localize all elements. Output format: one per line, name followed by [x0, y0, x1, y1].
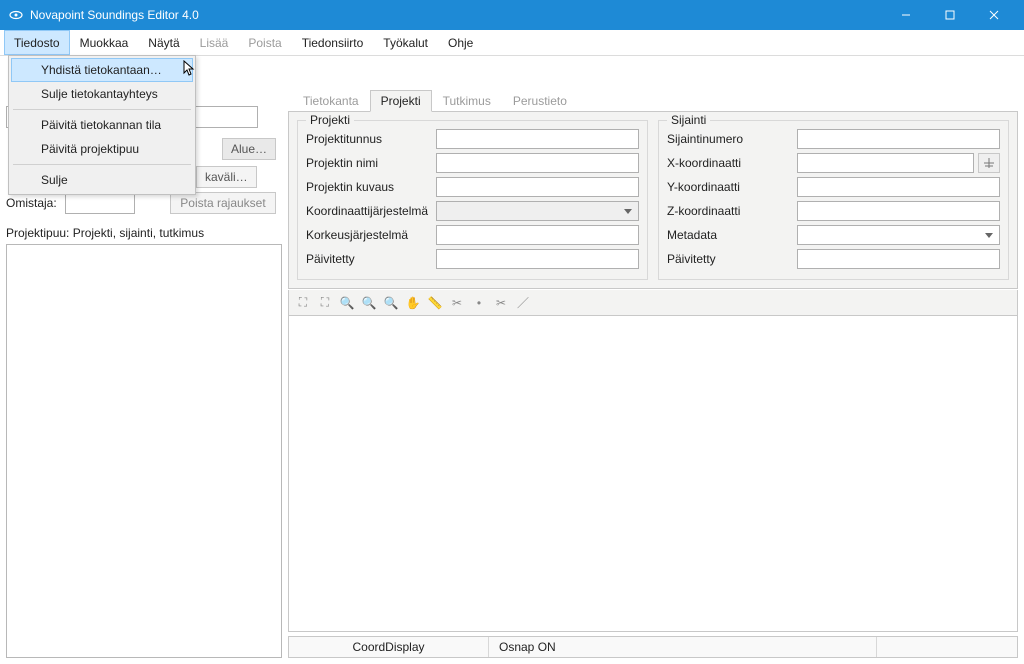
tab-content-projekti: Projekti Projektitunnus Projektin nimi Pro… [288, 111, 1018, 289]
projekti-legend: Projekti [306, 113, 354, 127]
projekti-input[interactable] [436, 177, 639, 197]
app-logo-icon [8, 7, 24, 23]
omistaja-input[interactable] [65, 192, 135, 214]
window-minimize-button[interactable] [884, 0, 928, 30]
pick-coordinate-icon[interactable] [978, 153, 1000, 173]
tab-perustieto[interactable]: Perustieto [502, 90, 578, 112]
projekti-row: Päivitetty [306, 249, 639, 269]
right-panel: TietokantaProjektiTutkimusPerustieto Pro… [288, 56, 1024, 664]
drawing-canvas[interactable] [288, 316, 1018, 632]
window-title: Novapoint Soundings Editor 4.0 [30, 8, 884, 22]
zoom-out-icon[interactable]: 🔍 [359, 293, 379, 313]
scissors-icon[interactable]: ✂ [491, 293, 511, 313]
projekti-label: Koordinaattijärjestelmä [306, 204, 436, 218]
menu-työkalut[interactable]: Työkalut [373, 30, 438, 55]
menu-poista: Poista [238, 30, 291, 55]
tab-tietokanta[interactable]: Tietokanta [292, 90, 370, 112]
clip-icon[interactable]: ✂ [447, 293, 467, 313]
menu-separator [13, 164, 191, 165]
status-coord: CoordDisplay [289, 637, 489, 657]
projekti-row: Projektin kuvaus [306, 177, 639, 197]
menu-item[interactable]: Päivitä tietokannan tila [11, 113, 193, 137]
menu-muokkaa[interactable]: Muokkaa [70, 30, 139, 55]
drawing-toolbar: ⛶⛶🔍🔍🔍✋📏✂•✂／ [288, 290, 1018, 316]
projekti-input[interactable] [436, 129, 639, 149]
sijainti-row: Y-koordinaatti [667, 177, 1000, 197]
tab-projekti[interactable]: Projekti [370, 90, 432, 112]
projekti-row: Koordinaattijärjestelmä [306, 201, 639, 221]
menu-separator [13, 109, 191, 110]
projekti-row: Korkeusjärjestelmä [306, 225, 639, 245]
alue-button[interactable]: Alue… [222, 138, 276, 160]
projekti-label: Päivitetty [306, 252, 436, 266]
projekti-label: Korkeusjärjestelmä [306, 228, 436, 242]
sijainti-input[interactable] [797, 249, 1000, 269]
status-empty [877, 637, 1017, 657]
window-titlebar: Novapoint Soundings Editor 4.0 [0, 0, 1024, 30]
projekti-select[interactable] [436, 201, 639, 221]
tab-tutkimus[interactable]: Tutkimus [432, 90, 502, 112]
sijainti-input[interactable] [797, 129, 1000, 149]
sijainti-row: X-koordinaatti [667, 153, 1000, 173]
sijainti-label: Sijaintinumero [667, 132, 797, 146]
projekti-input[interactable] [436, 225, 639, 245]
window-close-button[interactable] [972, 0, 1016, 30]
zoom-realtime-icon[interactable]: 🔍 [381, 293, 401, 313]
zoom-in-icon[interactable]: 🔍 [337, 293, 357, 313]
menu-ohje[interactable]: Ohje [438, 30, 483, 55]
sijainti-label: Metadata [667, 228, 797, 242]
sijainti-legend: Sijainti [667, 113, 710, 127]
sijainti-label: Z-koordinaatti [667, 204, 797, 218]
menu-lisää: Lisää [190, 30, 239, 55]
sijainti-select[interactable] [797, 225, 1000, 245]
status-bar: CoordDisplay Osnap ON [288, 636, 1018, 658]
menu-tiedosto[interactable]: Tiedosto [4, 30, 70, 55]
menu-item[interactable]: Sulje [11, 168, 193, 192]
projekti-fieldset: Projekti ProjektitunnusProjektin nimiPro… [297, 120, 648, 280]
kavali-button[interactable]: kaväli… [196, 166, 257, 188]
sijainti-row: Sijaintinumero [667, 129, 1000, 149]
projekti-label: Projektin kuvaus [306, 180, 436, 194]
projekti-input[interactable] [436, 153, 639, 173]
sijainti-input[interactable] [797, 153, 974, 173]
project-tree-label: Projektipuu: Projekti, sijainti, tutkimu… [6, 226, 282, 240]
line-icon[interactable]: ／ [513, 293, 533, 313]
pan-icon[interactable]: ✋ [403, 293, 423, 313]
menu-näytä[interactable]: Näytä [138, 30, 189, 55]
measure-icon[interactable]: 📏 [425, 293, 445, 313]
file-menu-dropdown: Yhdistä tietokantaan…Sulje tietokantayht… [8, 55, 196, 195]
status-osnap[interactable]: Osnap ON [489, 637, 877, 657]
omistaja-label: Omistaja: [6, 196, 57, 210]
sijainti-row: Päivitetty [667, 249, 1000, 269]
sijainti-input[interactable] [797, 201, 1000, 221]
zoom-extents-icon[interactable]: ⛶ [293, 293, 313, 313]
point-icon[interactable]: • [469, 293, 489, 313]
menu-tiedonsiirto[interactable]: Tiedonsiirto [292, 30, 374, 55]
projekti-row: Projektitunnus [306, 129, 639, 149]
projekti-input[interactable] [436, 249, 639, 269]
projekti-label: Projektitunnus [306, 132, 436, 146]
menubar: TiedostoMuokkaaNäytäLisääPoistaTiedonsii… [0, 30, 1024, 56]
project-tree[interactable] [6, 244, 282, 658]
sijainti-label: Päivitetty [667, 252, 797, 266]
sijainti-fieldset: Sijainti SijaintinumeroX-koordinaattiY-k… [658, 120, 1009, 280]
tab-strip: TietokantaProjektiTutkimusPerustieto [292, 90, 1018, 112]
sijainti-input[interactable] [797, 177, 1000, 197]
menu-item[interactable]: Yhdistä tietokantaan… [11, 58, 193, 82]
poista-rajaukset-button[interactable]: Poista rajaukset [170, 192, 276, 214]
projekti-row: Projektin nimi [306, 153, 639, 173]
menu-item[interactable]: Päivitä projektipuu [11, 137, 193, 161]
sijainti-label: X-koordinaatti [667, 156, 797, 170]
sijainti-row: Z-koordinaatti [667, 201, 1000, 221]
zoom-window-icon[interactable]: ⛶ [315, 293, 335, 313]
sijainti-label: Y-koordinaatti [667, 180, 797, 194]
sijainti-row: Metadata [667, 225, 1000, 245]
menu-item[interactable]: Sulje tietokantayhteys [11, 82, 193, 106]
window-maximize-button[interactable] [928, 0, 972, 30]
projekti-label: Projektin nimi [306, 156, 436, 170]
